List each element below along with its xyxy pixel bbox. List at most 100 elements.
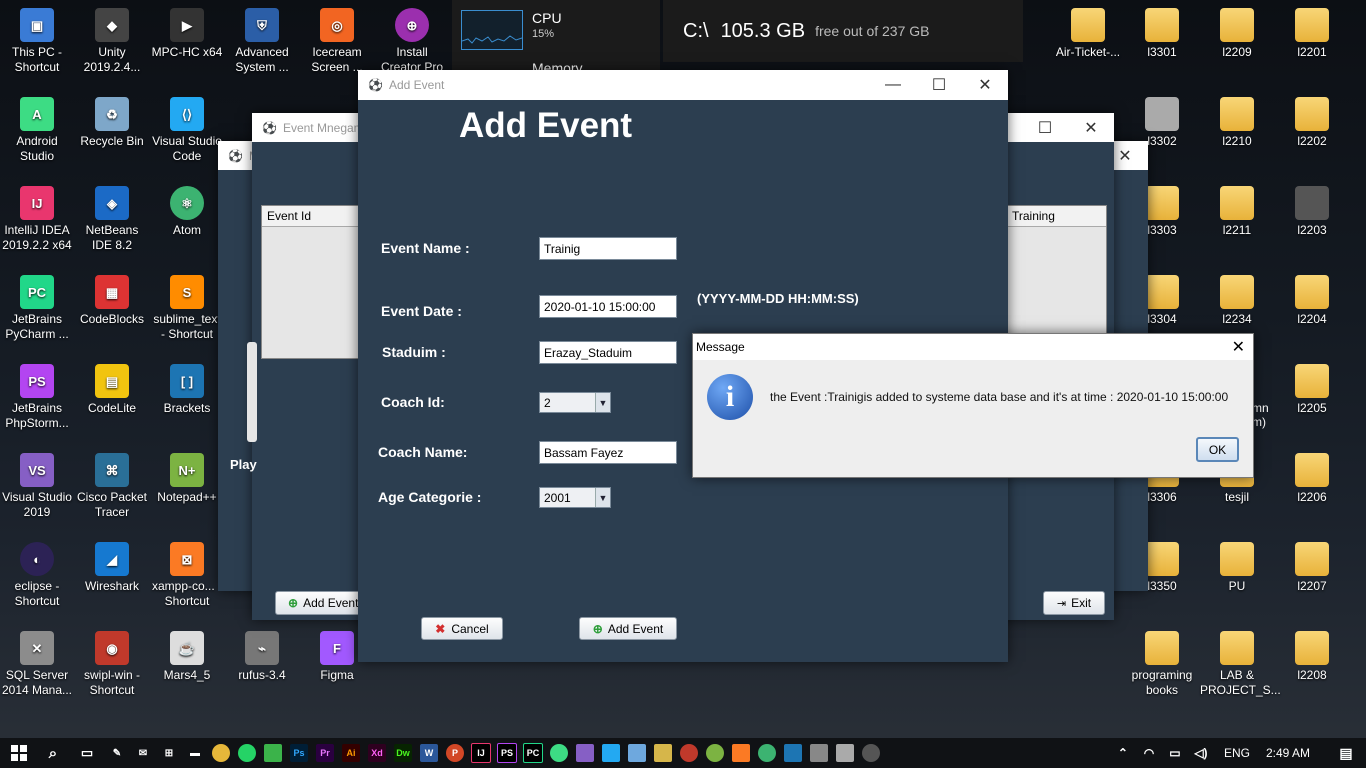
desktop-icon-eclipse[interactable]: ◐ eclipse - Shortcut [0, 542, 74, 609]
search-icon[interactable]: ⌕ [36, 738, 70, 768]
chevron-up-icon[interactable]: ⌃ [1110, 738, 1136, 768]
desktop-folder[interactable]: l2211 [1200, 186, 1274, 238]
clock[interactable]: 2:49 AM [1266, 746, 1310, 760]
desktop-folder[interactable]: l2209 [1200, 8, 1274, 60]
desktop-icon-this-pc[interactable]: ▣ This PC - Shortcut [0, 8, 74, 75]
word-icon[interactable]: W [416, 738, 442, 768]
desktop-icon-rufus[interactable]: ⌁ rufus-3.4 [225, 631, 299, 683]
stadium-field[interactable]: Erazay_Staduim [539, 341, 677, 364]
desktop-icon-pycharm[interactable]: PC JetBrains PyCharm ... [0, 275, 74, 342]
desktop-icon-packet-tracer[interactable]: ⌘ Cisco Packet Tracer [75, 453, 149, 520]
desktop-icon-vscode[interactable]: ⟨⟩ Visual Studio Code [150, 97, 224, 164]
dreamweaver-icon[interactable]: Dw [390, 738, 416, 768]
desktop-icon-atom[interactable]: ⚛ Atom [150, 186, 224, 238]
desktop-folder[interactable]: l2203 [1275, 186, 1349, 238]
desktop-icon-sql-server[interactable]: ✕ SQL Server 2014 Mana... [0, 631, 74, 698]
close-icon[interactable]: ✕ [1068, 113, 1114, 142]
age-category-select[interactable]: 2001 ▼ [539, 487, 611, 508]
xampp-icon[interactable] [728, 738, 754, 768]
coach-name-field[interactable]: Bassam Fayez [539, 441, 677, 464]
add-event-submit-button[interactable]: ⊕ Add Event [579, 617, 677, 640]
close-icon[interactable]: ✕ [962, 71, 1008, 100]
desktop-folder[interactable]: l2205 [1275, 364, 1349, 416]
desktop-icon-mars[interactable]: ☕ Mars4_5 [150, 631, 224, 683]
whatsapp-icon[interactable] [234, 738, 260, 768]
desktop-folder[interactable]: l3301 [1125, 8, 1199, 60]
volume-icon[interactable]: ◁) [1188, 738, 1214, 768]
brackets-icon[interactable] [780, 738, 806, 768]
xd-icon[interactable]: Xd [364, 738, 390, 768]
desktop-icon-swipl[interactable]: ◉ swipl-win - Shortcut [75, 631, 149, 698]
desktop-folder[interactable]: l2202 [1275, 97, 1349, 149]
maximize-icon[interactable]: ☐ [1022, 113, 1068, 142]
android-studio-icon[interactable] [546, 738, 572, 768]
desktop-folder[interactable]: l2201 [1275, 8, 1349, 60]
exit-button[interactable]: ⇥ Exit [1043, 591, 1105, 615]
ok-button[interactable]: OK [1196, 437, 1239, 462]
desktop-folder[interactable]: Air-Ticket-... [1050, 8, 1126, 60]
desktop-icon-codeblocks[interactable]: ▦ CodeBlocks [75, 275, 149, 327]
column-header[interactable]: Event Id [267, 209, 311, 223]
toggle-icon[interactable] [806, 738, 832, 768]
task-view-icon[interactable]: ▭ [70, 738, 104, 768]
desktop-folder[interactable]: programing books [1125, 631, 1199, 698]
wifi-icon[interactable]: ◠ [1136, 738, 1162, 768]
powerpoint-icon[interactable]: P [442, 738, 468, 768]
terminal-icon[interactable]: ▬ [182, 738, 208, 768]
desktop-folder[interactable]: PU [1200, 542, 1274, 594]
desktop-folder[interactable]: l2208 [1275, 631, 1349, 683]
desktop-folder[interactable]: LAB & PROJECT_S... [1200, 631, 1281, 698]
camtasia-icon[interactable] [260, 738, 286, 768]
desktop-icon-phpstorm[interactable]: PS JetBrains PhpStorm... [0, 364, 74, 431]
pycharm-icon[interactable]: PC [520, 738, 546, 768]
photoshop-icon[interactable]: Ps [286, 738, 312, 768]
desktop-folder[interactable]: l2204 [1275, 275, 1349, 327]
desktop-icon-android-studio[interactable]: A Android Studio [0, 97, 74, 164]
message-dialog[interactable]: Message ✕ i the Event :Trainigis added t… [692, 333, 1254, 478]
packet-tracer-icon[interactable] [650, 738, 676, 768]
maximize-icon[interactable]: ☐ [916, 71, 962, 100]
event-name-field[interactable]: Trainig [539, 237, 677, 260]
event-date-field[interactable]: 2020-01-10 15:00:00 [539, 295, 677, 318]
cancel-button[interactable]: ✖ Cancel [421, 617, 503, 640]
desktop-folder[interactable]: l2234 [1200, 275, 1274, 327]
desktop-folder[interactable]: l2206 [1275, 453, 1349, 505]
chevron-down-icon[interactable]: ▼ [595, 488, 610, 507]
desktop-folder[interactable]: l2210 [1200, 97, 1274, 149]
desktop-icon-visual-studio[interactable]: VS Visual Studio 2019 [0, 453, 74, 520]
chevron-down-icon[interactable]: ▼ [595, 393, 610, 412]
virtualbox-icon[interactable] [624, 738, 650, 768]
network-icon[interactable]: ▭ [1162, 738, 1188, 768]
vscode-icon[interactable] [598, 738, 624, 768]
minimize-icon[interactable]: — [870, 71, 916, 100]
mail-icon[interactable]: ✉ [130, 738, 156, 768]
app-icon[interactable] [676, 738, 702, 768]
desktop-icon-netbeans[interactable]: ◈ NetBeans IDE 8.2 [75, 186, 149, 253]
desktop-icon-mpc-hc[interactable]: ▶ MPC-HC x64 [150, 8, 224, 60]
intellij-icon[interactable]: IJ [468, 738, 494, 768]
coach-id-select[interactable]: 2 ▼ [539, 392, 611, 413]
illustrator-icon[interactable]: Ai [338, 738, 364, 768]
close-icon[interactable]: ✕ [1232, 337, 1245, 357]
desktop-icon-xampp[interactable]: ⊠ xampp-co... - Shortcut [150, 542, 224, 609]
atom-icon[interactable] [754, 738, 780, 768]
notification-icon[interactable]: ▤ [1326, 738, 1366, 768]
desktop-icon-codelite[interactable]: ▤ CodeLite [75, 364, 149, 416]
desktop-folder[interactable]: l2207 [1275, 542, 1349, 594]
desktop-icon-intellij[interactable]: IJ IntelliJ IDEA 2019.2.2 x64 [0, 186, 74, 253]
pen-icon[interactable]: ✎ [104, 738, 130, 768]
column-header[interactable]: Training [1012, 209, 1055, 223]
notepadpp-icon[interactable] [702, 738, 728, 768]
premiere-icon[interactable]: Pr [312, 738, 338, 768]
desktop-icon-recycle-bin[interactable]: ♻ Recycle Bin [75, 97, 149, 149]
notes-icon[interactable] [832, 738, 858, 768]
chrome-icon[interactable] [208, 738, 234, 768]
windows-start-icon[interactable] [2, 738, 36, 768]
desktop-icon-unity[interactable]: ◆ Unity 2019.2.4... [75, 8, 149, 75]
visual-studio-icon[interactable] [572, 738, 598, 768]
desktop-icon-icecream[interactable]: ◎ Icecream Screen ... [300, 8, 374, 75]
desktop-icon-brackets[interactable]: [ ] Brackets [150, 364, 224, 416]
desktop-icon-install-creator[interactable]: ⊕ Install Creator Pro [375, 8, 449, 75]
phpstorm-icon[interactable]: PS [494, 738, 520, 768]
add-event-button[interactable]: ⊕ Add Event [275, 591, 365, 615]
